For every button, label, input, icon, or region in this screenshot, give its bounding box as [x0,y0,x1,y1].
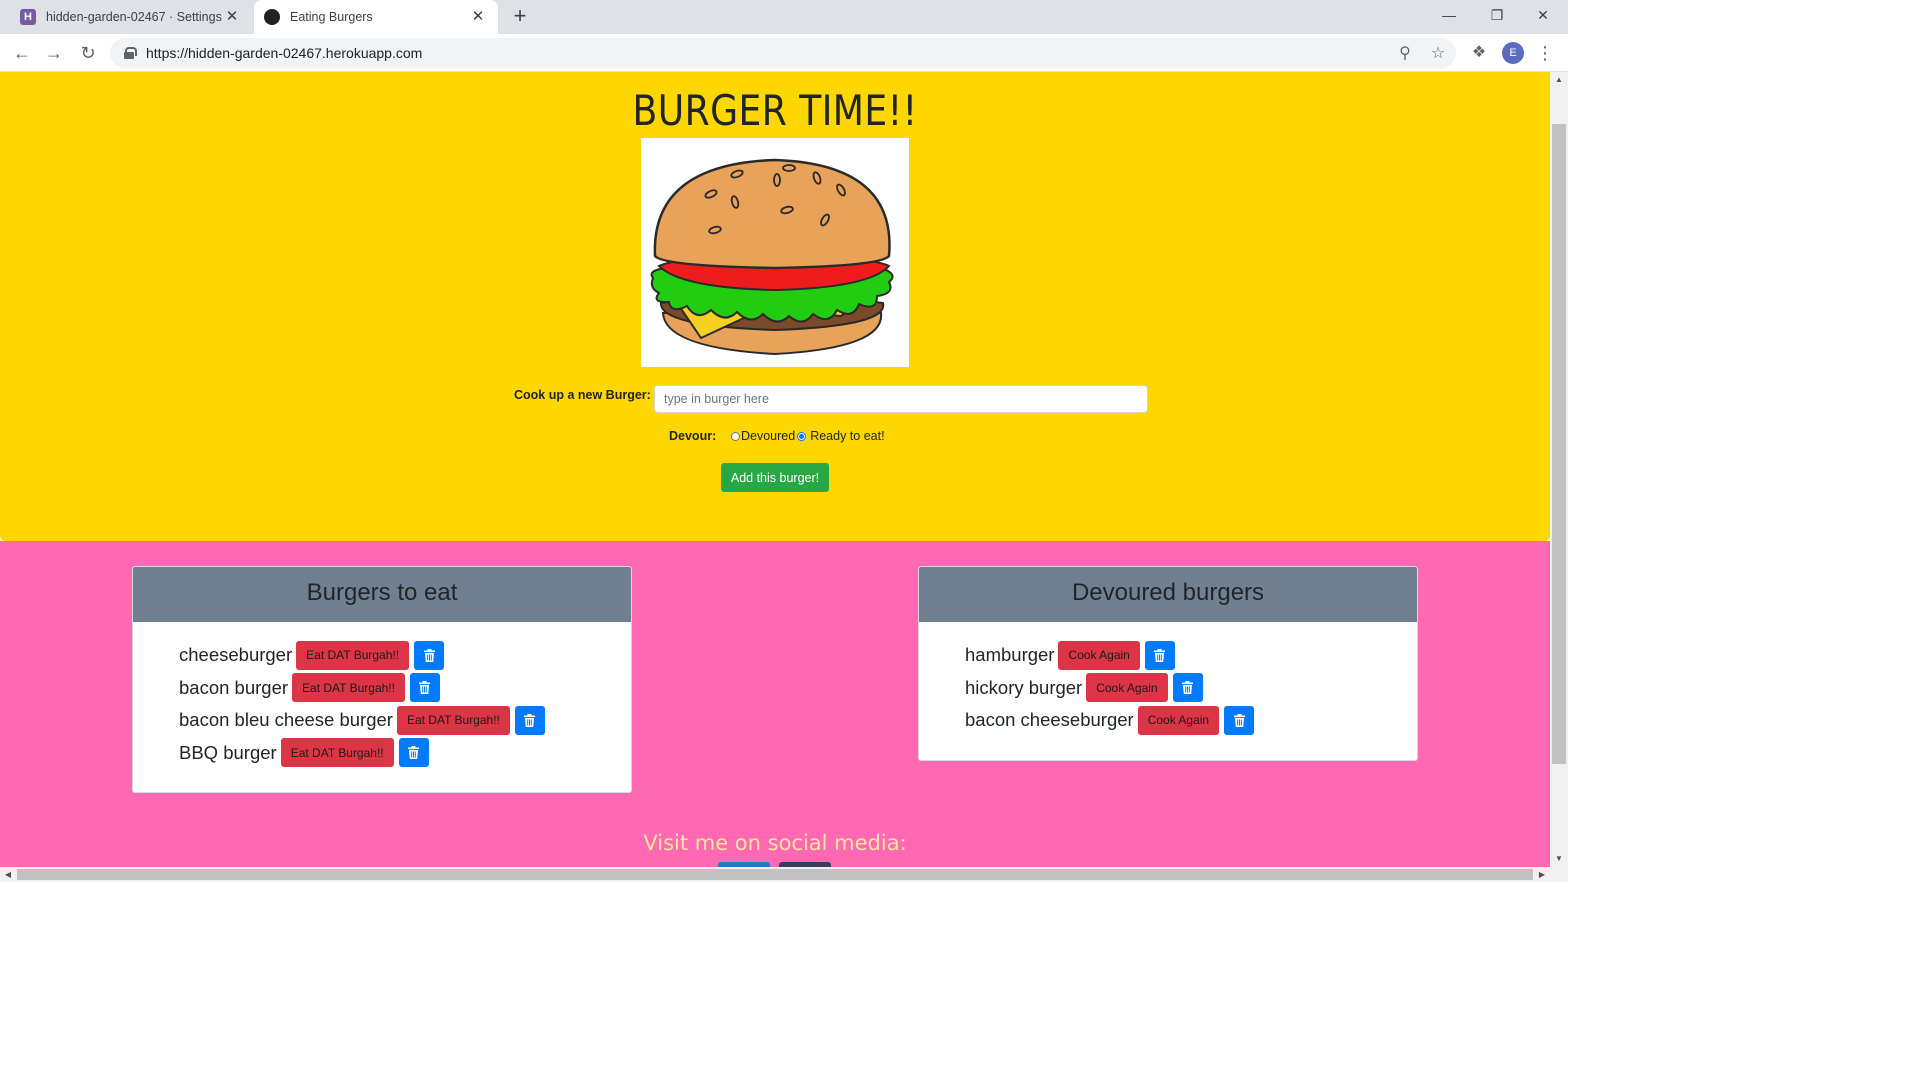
trash-icon [1233,713,1245,727]
devoured-burgers-heading: Devoured burgers [919,567,1417,622]
lock-icon [124,47,137,59]
restore-icon[interactable]: ❐ [1474,0,1520,30]
scroll-down-arrow-icon[interactable]: ▼ [1550,851,1568,867]
trash-icon [419,681,431,695]
kebab-menu-icon[interactable]: ⋮ [1536,42,1554,64]
trash-icon [524,713,536,727]
eat-burger-button[interactable]: Eat DAT Burgah!! [280,738,394,768]
trash-icon [1154,648,1166,662]
burger-illustration [650,158,894,356]
devoured-radio[interactable] [731,431,740,441]
burger-name: cheeseburger [179,644,293,666]
list-item: BBQ burger Eat DAT Burgah!! [179,737,631,770]
delete-burger-button[interactable] [409,673,440,703]
browser-tab-settings[interactable]: H hidden-garden-02467 · Settings | ✕ [8,0,252,34]
bookmark-star-icon[interactable]: ☆ [1429,45,1447,63]
delete-burger-button[interactable] [514,705,545,735]
burgers-to-eat-heading: Burgers to eat [133,567,631,622]
vertical-scroll-thumb[interactable] [1552,124,1566,764]
eat-burger-button[interactable]: Eat DAT Burgah!! [292,673,405,703]
devoured-radio-label: Devoured [741,429,796,443]
scroll-right-arrow-icon[interactable]: ▶ [1534,867,1550,882]
scroll-left-arrow-icon[interactable]: ◀ [0,867,16,882]
social-media-heading: Visit me on social media: [643,831,907,855]
cook-again-button[interactable]: Cook Again [1058,640,1140,670]
devour-radio-group: Devoured Ready to eat! [731,429,885,443]
list-item: bacon burger Eat DAT Burgah!! [179,672,631,705]
trash-icon [423,648,435,662]
devoured-burgers-card: Devoured burgers hamburger Cook Again hi… [918,566,1418,761]
horizontal-scrollbar[interactable]: ◀ ▶ [0,867,1568,882]
cook-again-button[interactable]: Cook Again [1137,705,1220,735]
close-icon[interactable]: ✕ [224,9,240,25]
extensions-puzzle-icon[interactable]: ❖ [1469,43,1489,63]
tab-title: Eating Burgers [290,10,373,24]
list-item: bacon bleu cheese burger Eat DAT Burgah!… [179,704,631,737]
delete-burger-button[interactable] [1144,640,1175,670]
burger-name: hamburger [965,644,1055,666]
burger-name: bacon bleu cheese burger [179,709,393,731]
page-title: BURGER TIME!! [632,86,918,135]
delete-burger-button[interactable] [1224,705,1255,735]
window-close-icon[interactable]: ✕ [1520,0,1566,30]
devour-label: Devour: [669,429,717,443]
delete-burger-button[interactable] [414,640,445,670]
burger-name: bacon burger [179,676,289,698]
list-item: cheeseburger Eat DAT Burgah!! [179,639,631,672]
new-tab-plus-icon[interactable]: + [508,5,532,29]
browser-tab-eating-burgers[interactable]: Eating Burgers ✕ [254,0,498,34]
eat-burger-button[interactable]: Eat DAT Burgah!! [396,705,510,735]
burgers-to-eat-list: cheeseburger Eat DAT Burgah!! bacon burg… [133,622,631,769]
devoured-burgers-list: hamburger Cook Again hickory burger Cook… [919,622,1417,737]
address-bar[interactable]: https://hidden-garden-02467.herokuapp.co… [110,38,1456,68]
forward-arrow-icon[interactable]: → [41,40,67,66]
list-item: hamburger Cook Again [965,639,1417,672]
list-item: hickory burger Cook Again [965,672,1417,705]
heroku-icon: H [20,9,36,25]
page-viewport: BURGER TIME!! Cook up a new Burger: type… [0,72,1550,867]
browser-tab-bar: H hidden-garden-02467 · Settings | ✕ Eat… [0,0,1568,34]
browser-toolbar: ← → ↻ https://hidden-garden-02467.heroku… [0,34,1568,72]
zoom-icon[interactable]: ⚲ [1396,45,1414,63]
minimize-icon[interactable]: — [1426,0,1472,30]
burger-name: hickory burger [965,676,1083,698]
header-jumbotron: BURGER TIME!! Cook up a new Burger: type… [0,72,1550,541]
horizontal-scroll-thumb[interactable] [17,869,1533,880]
burger-icon [264,9,280,25]
ready-to-eat-radio-label: Ready to eat! [810,429,885,443]
tab-title: hidden-garden-02467 · Settings | [46,10,224,24]
profile-avatar[interactable]: E [1502,42,1524,64]
list-item: bacon cheeseburger Cook Again [965,704,1417,737]
trash-icon [408,746,420,760]
burger-image [641,138,909,367]
cook-again-button[interactable]: Cook Again [1086,673,1168,703]
eat-burger-button[interactable]: Eat DAT Burgah!! [296,640,410,670]
url-text: https://hidden-garden-02467.herokuapp.co… [146,45,423,61]
delete-burger-button[interactable] [398,738,429,768]
delete-burger-button[interactable] [1172,673,1203,703]
burgers-to-eat-card: Burgers to eat cheeseburger Eat DAT Burg… [132,566,632,793]
cook-label: Cook up a new Burger: [514,388,651,402]
add-burger-button[interactable]: Add this burger! [721,463,829,492]
burger-name-input[interactable] [654,385,1148,413]
vertical-scrollbar[interactable]: ▲ ▼ [1550,72,1568,867]
burger-name: bacon cheeseburger [965,709,1134,731]
ready-to-eat-radio[interactable] [797,431,807,441]
burger-name: BBQ burger [179,741,277,763]
close-icon[interactable]: ✕ [470,9,486,25]
trash-icon [1182,681,1194,695]
reload-icon[interactable]: ↻ [75,40,101,66]
back-arrow-icon[interactable]: ← [9,40,35,66]
scroll-up-arrow-icon[interactable]: ▲ [1550,72,1568,88]
